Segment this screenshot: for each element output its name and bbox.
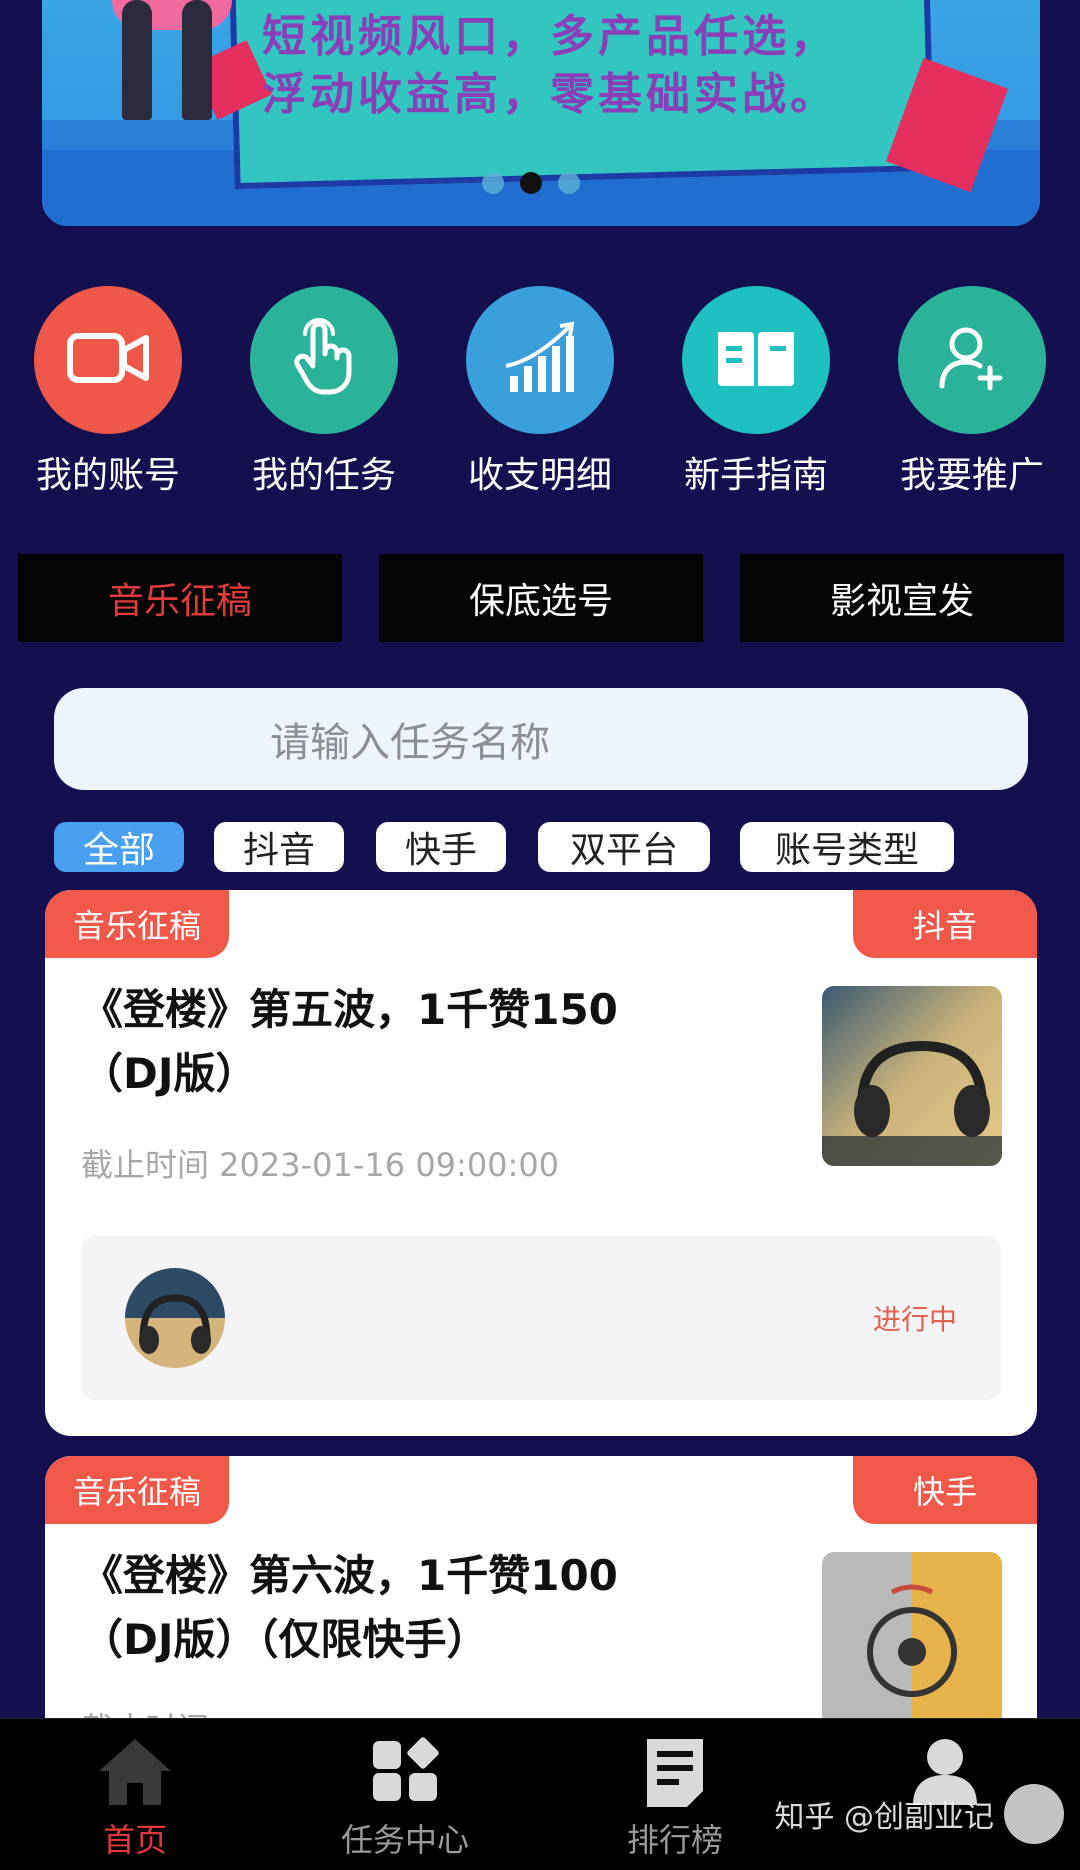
video-camera-icon	[66, 328, 150, 392]
tab-guaranteed-selection[interactable]: 保底选号	[379, 554, 703, 642]
icon-label: 收支明细	[467, 455, 612, 496]
task-title: 《登楼》第六波，1千赞100（DJ版）（仅限快手）	[81, 1551, 618, 1664]
pagination-dot[interactable]	[558, 172, 580, 194]
pagination-dot-active[interactable]	[520, 172, 542, 194]
quick-access-row: 我的账号 我的任务 收支明细 新手指南 我要推广	[0, 286, 1080, 496]
task-thumbnail	[822, 986, 1002, 1166]
filter-dual-platform[interactable]: 双平台	[538, 822, 710, 872]
banner-text: 短视频风口，多产品任选， 浮动收益高，零基础实战。	[262, 8, 902, 124]
icon-label: 新手指南	[683, 455, 828, 496]
task-card[interactable]: 音乐征稿 抖音 《登楼》第五波，1千赞150（DJ版） 截止时间 2023-01…	[45, 890, 1037, 1436]
icon-label: 我要推广	[899, 455, 1044, 496]
home-icon	[95, 1735, 175, 1811]
nav-label: 排行榜	[626, 1821, 723, 1859]
open-book-icon	[714, 326, 798, 394]
quick-item-my-account[interactable]: 我的账号	[8, 286, 208, 498]
grid-icon	[369, 1735, 441, 1811]
category-tag: 音乐征稿	[45, 890, 229, 958]
icon-label: 我的任务	[251, 455, 396, 496]
quick-item-promote[interactable]: 我要推广	[872, 286, 1072, 498]
task-title: 《登楼》第五波，1千赞150（DJ版）	[81, 985, 618, 1098]
category-tabs: 音乐征稿 保底选号 影视宣发	[18, 554, 1064, 642]
tab-music-submission[interactable]: 音乐征稿	[18, 554, 342, 642]
platform-tag: 快手	[853, 1456, 1037, 1524]
icon-circle	[898, 286, 1046, 434]
icon-circle	[466, 286, 614, 434]
add-user-icon	[936, 322, 1008, 398]
app-screen: 短视频风口，多产品任选， 浮动收益高，零基础实战。 我的账号 我的任务 收支明细…	[0, 0, 1080, 1870]
avatar	[125, 1268, 225, 1368]
banner-people-illustration	[82, 0, 232, 140]
watermark-text: 知乎 @创副业记	[774, 1800, 994, 1835]
banner-text-line1: 短视频风口，多产品任选，	[262, 11, 838, 62]
nav-ranking[interactable]: 排行榜	[555, 1719, 795, 1870]
promo-banner[interactable]: 短视频风口，多产品任选， 浮动收益高，零基础实战。	[42, 0, 1040, 226]
quick-item-income-details[interactable]: 收支明细	[440, 286, 640, 498]
status-badge: 进行中	[872, 1303, 957, 1336]
task-card[interactable]: 音乐征稿 快手 《登楼》第六波，1千赞100（DJ版）（仅限快手） 截止时间	[45, 1456, 1037, 1756]
quick-item-beginner-guide[interactable]: 新手指南	[656, 286, 856, 498]
filter-all[interactable]: 全部	[54, 822, 184, 872]
icon-circle	[34, 286, 182, 434]
banner-text-line2: 浮动收益高，零基础实战。	[262, 69, 838, 120]
task-deadline: 截止时间 2023-01-16 09:00:00	[81, 1146, 560, 1184]
icon-circle	[682, 286, 830, 434]
icon-label: 我的账号	[35, 455, 180, 496]
pagination-dot[interactable]	[482, 172, 504, 194]
watermark: 知乎 @创副业记	[774, 1784, 1064, 1844]
search-input[interactable]: 请输入任务名称	[54, 688, 1028, 790]
banner-pagination	[482, 172, 580, 194]
tab-film-promotion[interactable]: 影视宣发	[740, 554, 1064, 642]
quick-item-my-tasks[interactable]: 我的任务	[224, 286, 424, 498]
banner-person	[122, 0, 152, 120]
filter-kuaishou[interactable]: 快手	[376, 822, 506, 872]
bar-growth-icon	[500, 320, 580, 400]
task-status-panel: 进行中	[81, 1236, 1001, 1400]
touch-hand-icon	[289, 318, 359, 402]
nav-home[interactable]: 首页	[15, 1719, 255, 1870]
nav-task-center[interactable]: 任务中心	[285, 1719, 525, 1870]
nav-label: 任务中心	[340, 1821, 469, 1859]
category-tag: 音乐征稿	[45, 1456, 229, 1524]
task-thumbnail	[822, 1552, 1002, 1732]
nav-label: 首页	[102, 1821, 167, 1859]
document-icon	[643, 1735, 707, 1813]
filter-douyin[interactable]: 抖音	[214, 822, 344, 872]
platform-tag: 抖音	[853, 890, 1037, 958]
bottom-nav: 首页 任务中心 排行榜 知乎 @创副业记	[0, 1718, 1080, 1870]
banner-person	[182, 0, 212, 120]
search-placeholder: 请输入任务名称	[270, 720, 550, 766]
filter-account-type[interactable]: 账号类型	[740, 822, 954, 872]
watermark-logo-icon	[1004, 1784, 1064, 1844]
icon-circle	[250, 286, 398, 434]
